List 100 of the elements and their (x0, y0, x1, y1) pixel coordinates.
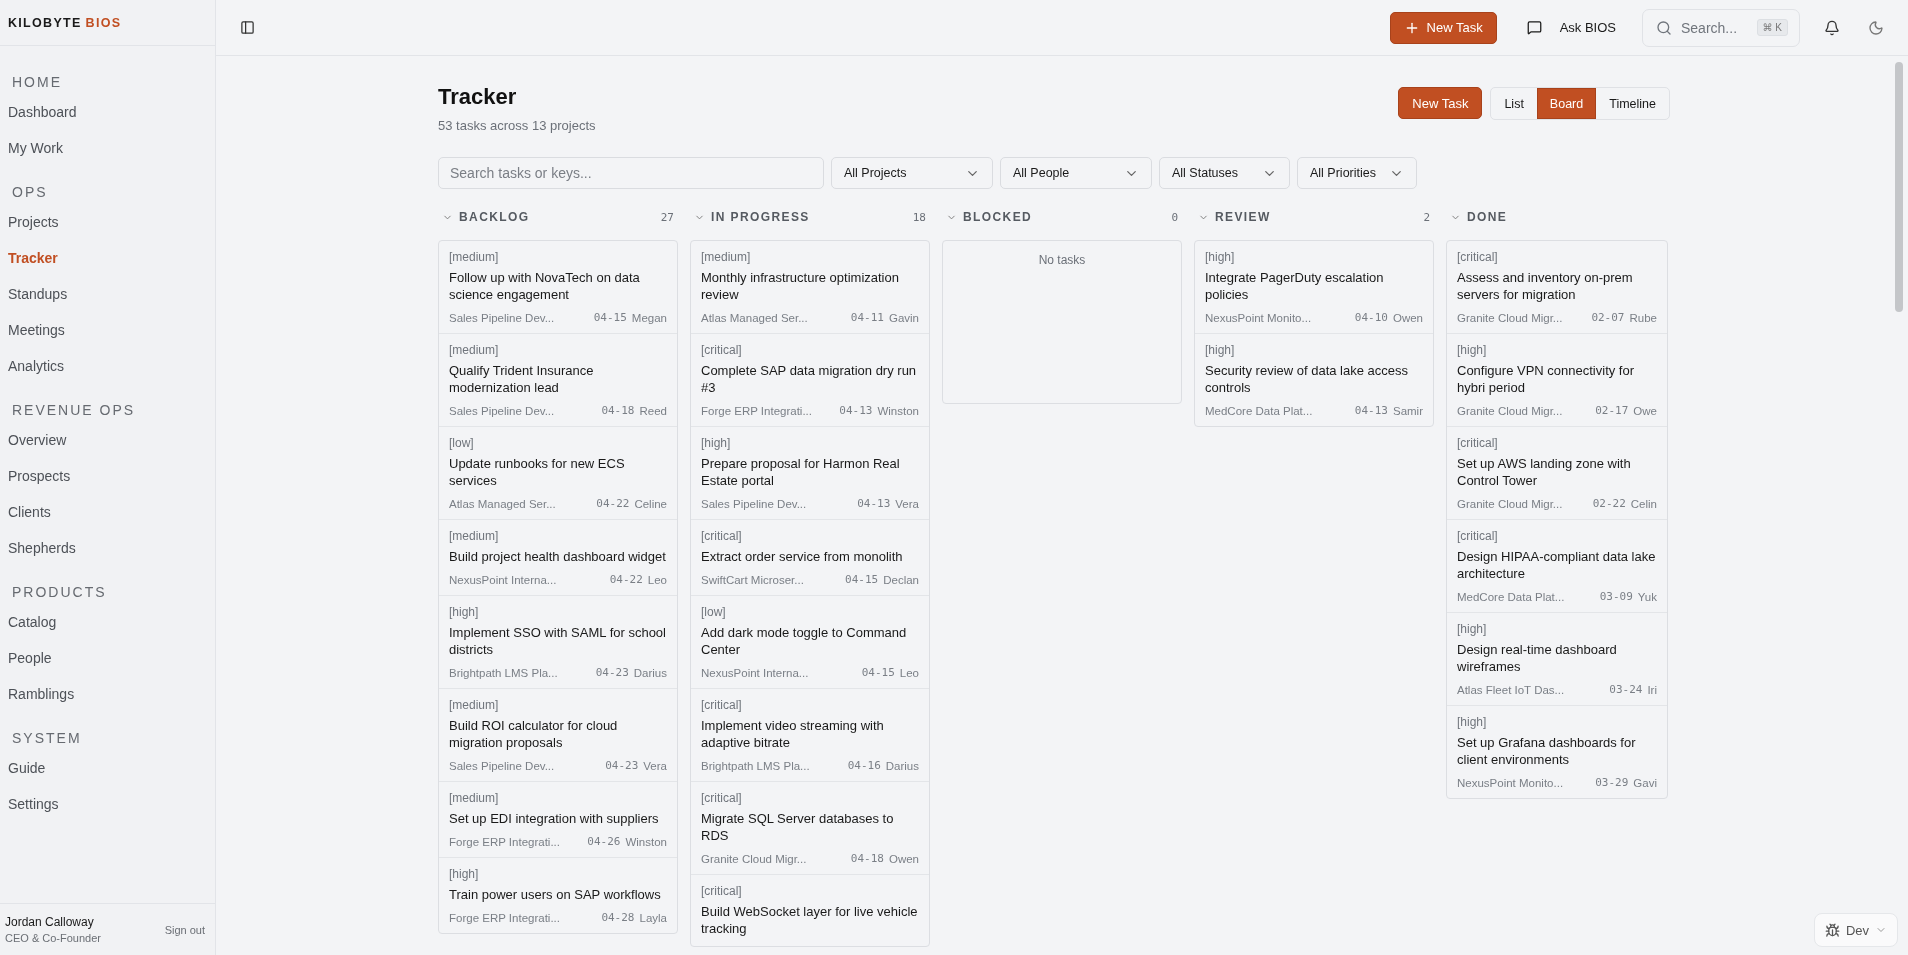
nav-item[interactable]: Ramblings (0, 676, 215, 712)
task-card[interactable]: [high] Train power users on SAP workflows Forge ERP Integrati... 04-28 Layla (439, 858, 677, 933)
task-priority: [low] (701, 605, 727, 619)
task-card[interactable]: [critical] Migrate SQL Server databases to RDS Granite Cloud Migr... 04-18 Owen (691, 782, 929, 875)
task-card[interactable]: [critical] Implement video streaming with adaptive bitrate Brightpath LMS Pla... 04-16 Darius (691, 689, 929, 782)
view-tab[interactable]: Timeline (1596, 88, 1669, 119)
task-assignee: Darius (885, 759, 919, 772)
nav-section-heading: PRODUCTS (11, 583, 108, 602)
task-card[interactable]: [high] Set up Grafana dashboards for client environments NexusPoint Monito... 03-29 Gavi (1447, 706, 1667, 798)
nav-item[interactable]: Standups (0, 276, 215, 312)
task-card[interactable]: [high] Implement SSO with SAML for school districts Brightpath LMS Pla... 04-23 Darius (439, 596, 677, 689)
task-priority: [low] (449, 436, 475, 450)
column-count: 2 (1423, 210, 1430, 224)
task-assignee: Gavi (1633, 776, 1657, 789)
task-project: Granite Cloud Migr... (1457, 497, 1564, 510)
task-title: Monthly infrastructure optimization review (701, 269, 900, 303)
task-title: Assess and inventory on-prem servers for migration (1457, 269, 1634, 303)
task-project: NexusPoint Monito... (1457, 776, 1565, 789)
task-card[interactable]: [medium] Set up EDI integration with suppliers Forge ERP Integrati... 04-26 Winston (439, 782, 677, 858)
task-card[interactable]: [high] Security review of data lake access controls MedCore Data Plat... 04-13 Samir (1195, 334, 1433, 426)
task-assignee: Owen (1392, 311, 1423, 324)
task-card[interactable]: [high] Configure VPN connectivity for hybri period Granite Cloud Migr... 02-17 Owe (1447, 334, 1667, 427)
nav-item[interactable]: Shepherds (0, 530, 215, 566)
column-title: IN PROGRESS (711, 210, 811, 224)
sign-out-link[interactable]: Sign out (164, 923, 205, 936)
task-card[interactable]: [high] Prepare proposal for Harmon Real Estate portal Sales Pipeline Dev... 04-13 Vera (691, 427, 929, 520)
task-date: 04-18 (850, 852, 884, 865)
task-assignee: Leo (647, 573, 667, 586)
nav-item[interactable]: Settings (0, 786, 215, 822)
task-priority: [medium] (449, 250, 500, 264)
task-assignee: Owen (888, 852, 919, 865)
task-priority: [high] (701, 436, 732, 450)
task-project: Sales Pipeline Dev... (449, 404, 556, 417)
ask-button[interactable]: Ask BIOS (1520, 19, 1622, 36)
filter-dropdown[interactable]: All Projects (831, 157, 993, 189)
task-card[interactable]: [medium] Build project health dashboard widget NexusPoint Interna... 04-22 Leo (439, 520, 677, 596)
task-title: Train power users on SAP workflows (449, 886, 662, 903)
task-project: Forge ERP Integrati... (449, 835, 561, 848)
notifications-icon[interactable] (1824, 19, 1840, 36)
task-card[interactable]: [high] Design real-time dashboard wireframes Atlas Fleet IoT Das... 03-24 Iri (1447, 613, 1667, 706)
task-card[interactable]: [critical] Extract order service from monolith SwiftCart Microser... 04-15 Declan (691, 520, 929, 596)
task-title: Configure VPN connectivity for hybri period (1457, 362, 1636, 396)
task-assignee: Winston (625, 835, 667, 848)
new-task-button[interactable]: New Task (1398, 87, 1483, 119)
column-title: BLOCKED (963, 210, 1034, 224)
nav-item[interactable]: Dashboard (0, 94, 215, 130)
sidebar-toggle-icon[interactable] (240, 20, 255, 35)
environment-button[interactable]: Dev (1813, 913, 1898, 947)
task-date: 04-23 (605, 759, 639, 772)
task-assignee: Vera (643, 759, 667, 772)
task-card[interactable]: [low] Update runbooks for new ECS services Atlas Managed Ser... 04-22 Celine (439, 427, 677, 520)
task-project: Sales Pipeline Dev... (701, 497, 808, 510)
task-project: Brightpath LMS Pla... (701, 759, 811, 772)
task-card[interactable]: [medium] Qualify Trident Insurance modernization lead Sales Pipeline Dev... 04-18 Reed (439, 334, 677, 427)
filter-dropdown[interactable]: All People (1000, 157, 1152, 189)
view-tab[interactable]: Board (1536, 88, 1597, 119)
task-assignee: Celin (1630, 497, 1657, 510)
column-title: DONE (1467, 210, 1509, 224)
nav-item[interactable]: Overview (0, 422, 215, 458)
task-assignee: Leo (899, 666, 919, 679)
nav-item[interactable]: Projects (0, 204, 215, 240)
task-title: Implement SSO with SAML for school districts (449, 624, 667, 658)
nav-item[interactable]: Clients (0, 494, 215, 530)
filter-dropdown[interactable]: All Priorities (1297, 157, 1417, 189)
moon-icon[interactable] (1868, 19, 1884, 36)
task-card[interactable]: [critical] Assess and inventory on-prem servers for migration Granite Cloud Migr... 02-07 Rube (1447, 241, 1667, 334)
task-date: 04-23 (595, 666, 629, 679)
task-card[interactable]: [critical] Set up AWS landing zone with Control Tower Granite Cloud Migr... 02-22 Celin (1447, 427, 1667, 520)
task-card[interactable]: [medium] Build ROI calculator for cloud migration proposals Sales Pipeline Dev... 04-23 Vera (439, 689, 677, 782)
task-date: 02-17 (1595, 404, 1629, 417)
task-title: Build WebSocket layer for live vehicle tracking (701, 903, 919, 937)
view-tab[interactable]: List (1491, 88, 1537, 119)
task-card[interactable]: [low] Add dark mode toggle to Command Center NexusPoint Interna... 04-15 Leo (691, 596, 929, 689)
task-card[interactable]: [critical] Design HIPAA-compliant data lake architecture MedCore Data Plat... 03-09 Yuk (1447, 520, 1667, 613)
task-date: 04-13 (839, 404, 873, 417)
nav-item[interactable]: Meetings (0, 312, 215, 348)
task-priority: [high] (449, 867, 480, 881)
nav-item[interactable]: Analytics (0, 348, 215, 384)
task-card[interactable]: [critical] Build WebSocket layer for live vehicle tracking (691, 875, 929, 946)
task-date: 04-10 (1354, 311, 1388, 324)
nav-item[interactable]: Guide (0, 750, 215, 786)
nav-item[interactable]: Prospects (0, 458, 215, 494)
nav-item[interactable]: Catalog (0, 604, 215, 640)
nav-item[interactable]: People (0, 640, 215, 676)
task-priority: [medium] (449, 791, 500, 805)
task-assignee: Declan (883, 573, 919, 586)
task-card[interactable]: [critical] Complete SAP data migration dry run #3 Forge ERP Integrati... 04-13 Winston (691, 334, 929, 427)
filter-dropdown[interactable]: All Statuses (1159, 157, 1290, 189)
search-field[interactable]: Search tasks or keys... (438, 157, 824, 189)
task-card[interactable]: [medium] Follow up with NovaTech on data science engagement Sales Pipeline Dev... 04-15 Megan (439, 241, 677, 334)
task-card[interactable]: [high] Integrate PagerDuty escalation policies NexusPoint Monito... 04-10 Owen (1195, 241, 1433, 334)
task-priority: [high] (1457, 343, 1488, 357)
nav-item[interactable]: My Work (0, 130, 215, 166)
new-task-button[interactable]: New Task (1389, 11, 1497, 44)
task-project: NexusPoint Interna... (449, 573, 558, 586)
task-assignee: Owe (1633, 404, 1657, 417)
nav-item[interactable]: Tracker (0, 240, 215, 276)
task-card[interactable]: [medium] Monthly infrastructure optimization review Atlas Managed Ser... 04-11 Gavin (691, 241, 929, 334)
task-assignee: Samir (1392, 404, 1423, 417)
task-title: Extract order service from monolith (701, 548, 904, 565)
